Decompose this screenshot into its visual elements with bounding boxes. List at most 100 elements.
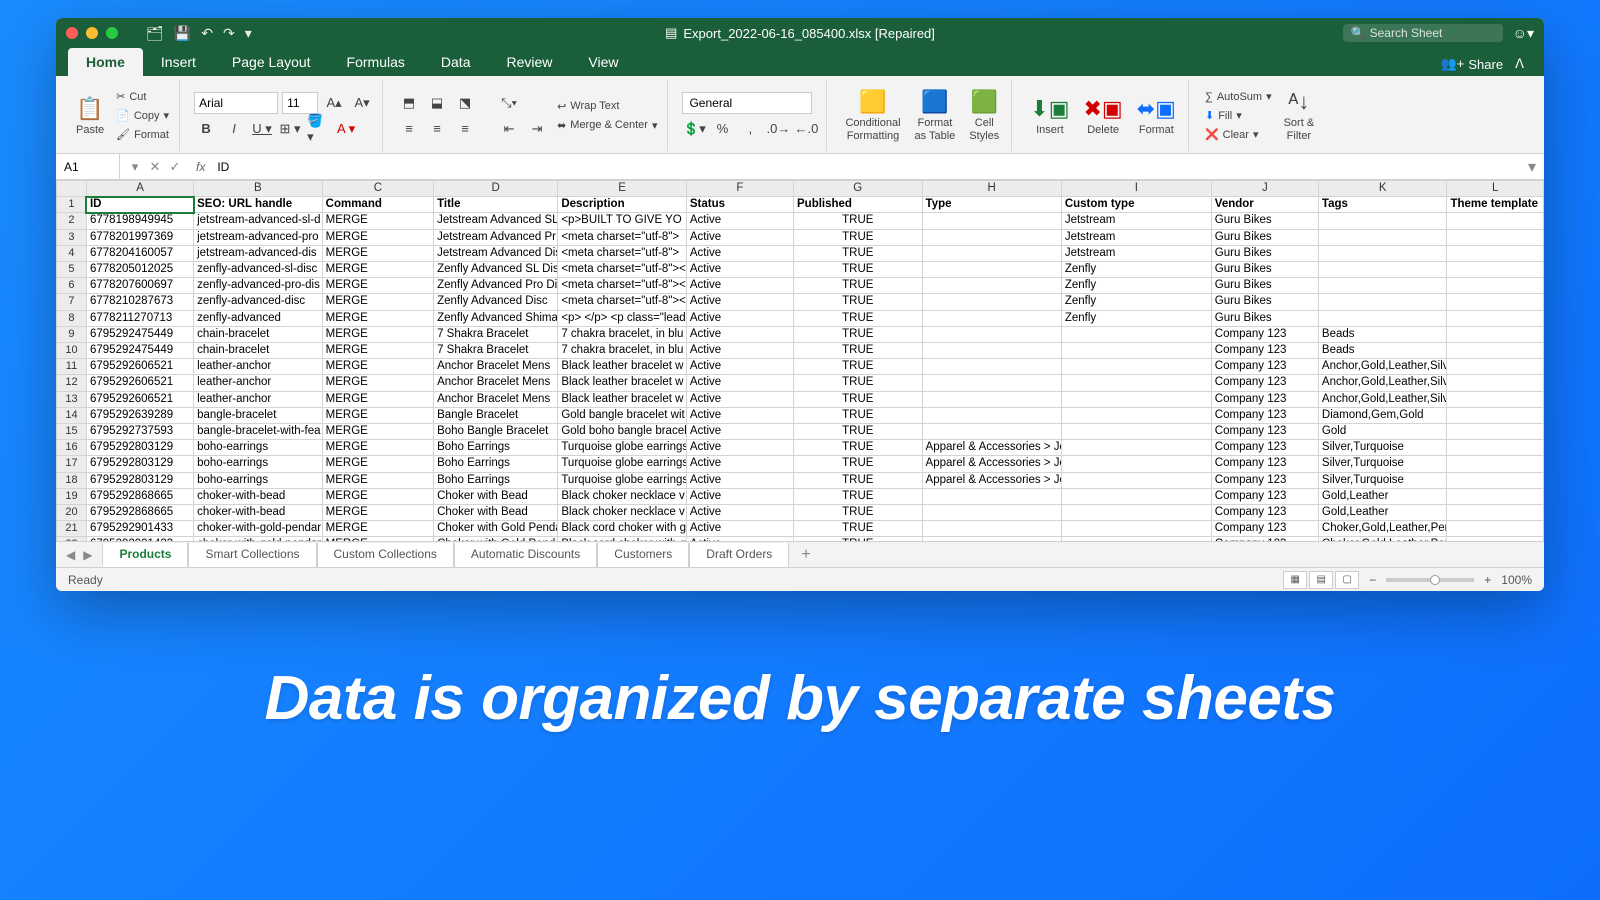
sheet-tab[interactable]: Smart Collections — [188, 543, 316, 567]
cell[interactable]: Active — [686, 407, 793, 423]
cell[interactable] — [1447, 213, 1544, 229]
cell[interactable]: 6795292606521 — [86, 375, 193, 391]
cell[interactable] — [922, 424, 1061, 440]
cell[interactable]: 6795292868665 — [86, 488, 193, 504]
align-top-button[interactable]: ⬒ — [397, 92, 421, 114]
autosave-icon[interactable]: 🗂 — [146, 25, 164, 42]
cell[interactable] — [1061, 359, 1211, 375]
cell[interactable]: leather-anchor — [194, 359, 323, 375]
cell[interactable] — [1061, 472, 1211, 488]
cell[interactable]: Zenfly Advanced Pro Di — [434, 278, 558, 294]
cell[interactable] — [922, 391, 1061, 407]
cell[interactable] — [1061, 391, 1211, 407]
format-painter-button[interactable]: 🖌Format — [114, 127, 171, 142]
cell[interactable]: TRUE — [794, 375, 923, 391]
cell[interactable]: Custom type — [1061, 197, 1211, 213]
cell[interactable]: 7 chakra bracelet, in blu — [558, 326, 687, 342]
cell[interactable]: Company 123 — [1211, 407, 1318, 423]
cell[interactable] — [1447, 326, 1544, 342]
cell[interactable]: MERGE — [322, 488, 433, 504]
cell[interactable] — [1318, 245, 1447, 261]
bold-button[interactable]: B — [194, 118, 218, 140]
sheet-tab[interactable]: Products — [102, 543, 188, 567]
expand-formula-bar-button[interactable]: ▾ — [1520, 157, 1544, 177]
cell[interactable]: TRUE — [794, 505, 923, 521]
cell[interactable]: chain-bracelet — [194, 343, 323, 359]
zoom-in-button[interactable]: + — [1484, 573, 1491, 587]
cell[interactable]: TRUE — [794, 343, 923, 359]
cell[interactable]: Zenfly — [1061, 278, 1211, 294]
column-header[interactable]: K — [1318, 181, 1447, 197]
cell[interactable]: Choker,Gold,Leather,Pendant — [1318, 521, 1447, 537]
comma-button[interactable]: , — [738, 118, 762, 140]
redo-icon[interactable]: ↷ — [223, 25, 235, 42]
row-header[interactable]: 22 — [57, 537, 87, 541]
cell[interactable]: 6795292803129 — [86, 472, 193, 488]
cell[interactable] — [1061, 343, 1211, 359]
cell[interactable]: Black leather bracelet w — [558, 375, 687, 391]
cell[interactable]: 6778211270713 — [86, 310, 193, 326]
cell[interactable] — [1447, 278, 1544, 294]
cell[interactable]: MERGE — [322, 456, 433, 472]
cell[interactable]: zenfly-advanced-sl-disc — [194, 262, 323, 278]
cell[interactable]: 6795292639289 — [86, 407, 193, 423]
save-icon[interactable]: 💾 — [174, 25, 191, 42]
row-header[interactable]: 1 — [57, 197, 87, 213]
row-header[interactable]: 3 — [57, 229, 87, 245]
cut-button[interactable]: ✂Cut — [114, 89, 171, 104]
decrease-indent-button[interactable]: ⇤ — [497, 118, 521, 140]
cell[interactable]: MERGE — [322, 537, 433, 541]
cell[interactable]: Company 123 — [1211, 521, 1318, 537]
orientation-button[interactable]: ⤡▾ — [497, 92, 521, 114]
cell[interactable]: Silver,Turquoise — [1318, 472, 1447, 488]
cell[interactable]: TRUE — [794, 213, 923, 229]
cell[interactable]: <meta charset="utf-8">< — [558, 278, 687, 294]
cell[interactable]: MERGE — [322, 440, 433, 456]
cell[interactable]: SEO: URL handle — [194, 197, 323, 213]
cell[interactable]: Description — [558, 197, 687, 213]
column-header[interactable]: A — [86, 181, 193, 197]
decrease-decimal-button[interactable]: ←.0 — [794, 118, 818, 140]
cell[interactable]: Company 123 — [1211, 472, 1318, 488]
tab-formulas[interactable]: Formulas — [329, 48, 423, 76]
sort-filter-button[interactable]: ᴬ↓Sort & Filter — [1280, 87, 1319, 143]
cell[interactable]: <meta charset="utf-8"> — [558, 229, 687, 245]
cell[interactable]: <meta charset="utf-8">< — [558, 294, 687, 310]
cell[interactable]: Silver,Turquoise — [1318, 440, 1447, 456]
cell[interactable]: Zenfly Advanced Disc — [434, 294, 558, 310]
row-header[interactable]: 10 — [57, 343, 87, 359]
cell[interactable]: 6795292803129 — [86, 456, 193, 472]
cell[interactable]: MERGE — [322, 505, 433, 521]
cell[interactable]: TRUE — [794, 488, 923, 504]
align-middle-button[interactable]: ⬓ — [425, 92, 449, 114]
increase-font-button[interactable]: A▴ — [322, 92, 346, 114]
cell[interactable]: Anchor,Gold,Leather,Silver — [1318, 391, 1447, 407]
cell[interactable] — [1447, 407, 1544, 423]
cell[interactable]: Published — [794, 197, 923, 213]
cell[interactable]: choker-with-bead — [194, 488, 323, 504]
currency-button[interactable]: 💲▾ — [682, 118, 706, 140]
cell[interactable]: Active — [686, 505, 793, 521]
cell[interactable]: TRUE — [794, 424, 923, 440]
cell[interactable]: chain-bracelet — [194, 326, 323, 342]
cell[interactable] — [1318, 262, 1447, 278]
clear-button[interactable]: ❌Clear ▾ — [1203, 127, 1274, 142]
cell[interactable]: Black choker necklace v — [558, 488, 687, 504]
row-header[interactable]: 6 — [57, 278, 87, 294]
font-name-select[interactable] — [194, 92, 278, 114]
cell[interactable]: TRUE — [794, 262, 923, 278]
column-header[interactable]: L — [1447, 181, 1544, 197]
cell[interactable]: Active — [686, 375, 793, 391]
cell[interactable] — [922, 278, 1061, 294]
column-header[interactable]: G — [794, 181, 923, 197]
cell[interactable]: Active — [686, 391, 793, 407]
cell[interactable] — [1447, 472, 1544, 488]
minimize-window-button[interactable] — [86, 27, 98, 39]
cell[interactable] — [922, 245, 1061, 261]
cell[interactable] — [1447, 424, 1544, 440]
cell[interactable]: Active — [686, 245, 793, 261]
cell[interactable]: Company 123 — [1211, 505, 1318, 521]
sheet-tab[interactable]: Custom Collections — [317, 543, 454, 567]
insert-cells-button[interactable]: ⬇▣Insert — [1026, 94, 1073, 138]
cell[interactable]: MERGE — [322, 375, 433, 391]
